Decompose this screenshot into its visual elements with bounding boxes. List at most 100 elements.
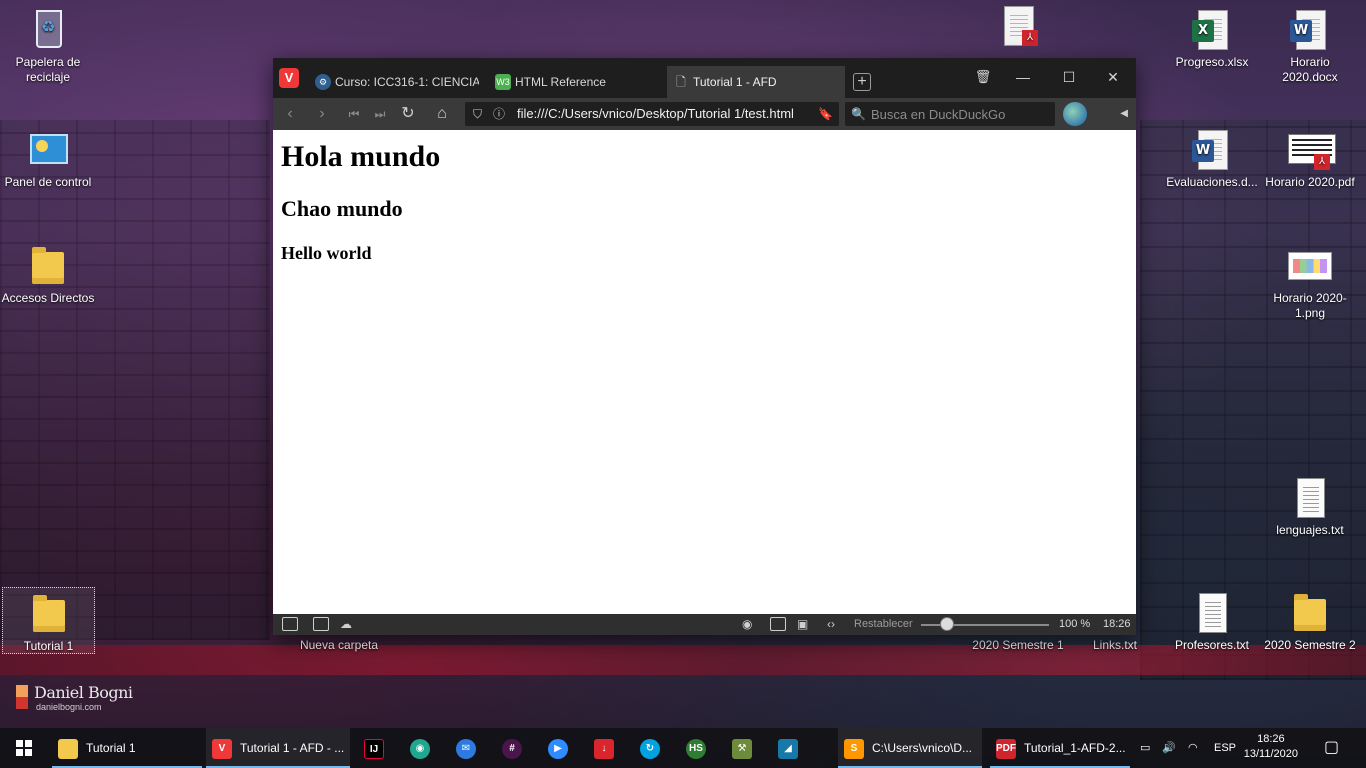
taskbar-wireshark[interactable]: ◢ — [772, 728, 808, 768]
home-icon[interactable]: ⌂ — [431, 104, 453, 124]
signature-name: Daniel Bogni — [34, 683, 133, 702]
wifi-icon[interactable]: ◠ — [1188, 728, 1198, 768]
zoom-slider-handle[interactable] — [939, 617, 954, 631]
desktop-icon-label: Tutorial 1 — [23, 639, 74, 653]
taskbar-downloader[interactable]: ↓ — [588, 728, 624, 768]
desktop-icon-pdf-document[interactable]: ⅄ — [970, 4, 1066, 51]
desktop-icon-profesores-txt[interactable]: Profesores.txt — [1164, 591, 1260, 653]
tab-html-reference[interactable]: W3 HTML Reference — [489, 66, 659, 98]
taskbar-zoom[interactable]: ▶ — [542, 728, 578, 768]
reload-icon[interactable]: ↻ — [397, 104, 419, 124]
taskbar-item-tutorial-folder[interactable]: Tutorial 1 — [52, 728, 202, 768]
desktop-icon-progreso-xlsx[interactable]: X Progreso.xlsx — [1164, 8, 1260, 70]
taskbar: Tutorial 1 V Tutorial 1 - AFD - ... IJ ◉ … — [0, 728, 1366, 768]
vivaldi-menu-icon[interactable]: V — [279, 68, 299, 88]
desktop-icon-horario-docx[interactable]: W Horario 2020.docx — [1262, 8, 1358, 85]
sync-icon: ↻ — [640, 738, 660, 759]
tab-tutorial-afd[interactable]: 🗋 Tutorial 1 - AFD — [667, 66, 845, 98]
desktop-icon-lenguajes-txt[interactable]: lenguajes.txt — [1262, 476, 1358, 538]
desktop-icon-semestre-2[interactable]: 2020 Semestre 2 — [1262, 591, 1358, 653]
tab-tiling-icon[interactable] — [313, 617, 329, 631]
folder-icon — [58, 738, 78, 759]
minimize-button[interactable]: — — [1003, 66, 1043, 88]
bookmark-icon[interactable]: 🔖 — [818, 102, 833, 126]
status-clock: 18:26 — [1103, 618, 1131, 630]
panel-toggle-icon[interactable]: ◀ — [1120, 104, 1128, 124]
desktop-icon-label: 2020 Semestre 2 — [1264, 638, 1356, 652]
status-bar: ☁ ◉ ▣ ‹› Restablecer 100 % 18:26 — [273, 614, 1136, 635]
taskbar-gitkraken[interactable]: ◉ — [404, 728, 440, 768]
excel-file-icon: X — [1190, 8, 1234, 52]
new-tab-button[interactable]: + — [853, 73, 871, 91]
back-icon[interactable]: ‹ — [279, 104, 301, 124]
control-panel-icon — [26, 128, 70, 172]
code-icon[interactable]: ‹› — [827, 614, 835, 635]
wallpaper-signature: Daniel Bogni danielbogni.com — [16, 683, 133, 712]
taskbar-intellij[interactable]: IJ — [358, 728, 394, 768]
fast-forward-icon[interactable]: ⏭ — [369, 104, 391, 124]
info-icon[interactable]: ⓘ — [493, 102, 505, 126]
desktop-icon-label: Evaluaciones.d... — [1166, 175, 1258, 189]
image-icon[interactable]: ▣ — [797, 614, 808, 635]
vivaldi-icon: V — [212, 738, 232, 759]
panel-icon[interactable] — [282, 617, 298, 631]
pdf-file-icon: ⅄ — [1288, 128, 1336, 172]
notifications-icon[interactable]: ▢ — [1324, 728, 1339, 768]
taskbar-tool[interactable]: ⚒ — [726, 728, 762, 768]
screenshot-icon[interactable]: ◉ — [742, 614, 752, 635]
desktop-icon-tutorial-1[interactable]: Tutorial 1 — [2, 587, 95, 654]
page-content: Hola mundo Chao mundo Hello world — [273, 130, 1136, 614]
clock-date: 13/11/2020 — [1243, 748, 1298, 760]
address-bar: ‹ › ⏮ ⏭ ↻ ⌂ ⛉ ⓘ file:///C:/Users/vnico/D… — [273, 98, 1136, 130]
desktop-icon-recycle-bin[interactable]: Papelera de reciclaje — [0, 8, 96, 85]
desktop-icon-evaluaciones[interactable]: W Evaluaciones.d... — [1164, 128, 1260, 190]
taskbar-item-pdf[interactable]: PDF Tutorial_1-AFD-2... — [990, 728, 1130, 768]
desktop-icon-label: Papelera de reciclaje — [15, 55, 81, 84]
taskbar-clock[interactable]: 18:26 13/11/2020 — [1244, 732, 1298, 762]
forward-icon[interactable]: › — [311, 104, 333, 124]
sync-cloud-icon[interactable]: ☁ — [340, 614, 352, 635]
image-file-icon — [1288, 244, 1332, 288]
taskbar-item-label: Tutorial 1 - AFD - ... — [240, 741, 345, 755]
signature-site: danielbogni.com — [36, 702, 102, 712]
desktop-icon-control-panel[interactable]: Panel de control — [0, 128, 96, 190]
close-button[interactable]: ✕ — [1093, 66, 1133, 88]
taskbar-item-label: Tutorial_1-AFD-2... — [1024, 741, 1126, 755]
volume-icon[interactable]: 🔊 — [1162, 728, 1176, 768]
taskbar-hotspot[interactable]: HS — [680, 728, 716, 768]
search-field[interactable]: 🔍 — [845, 102, 1055, 126]
shield-icon[interactable]: ⛉ — [473, 102, 482, 126]
start-button[interactable] — [0, 728, 46, 768]
desktop-icon-accesos-directos[interactable]: Accesos Directos — [0, 244, 96, 306]
desktop-icon-horario-pdf[interactable]: ⅄ Horario 2020.pdf — [1262, 128, 1358, 190]
zoom-reset-button[interactable]: Restablecer — [854, 614, 913, 635]
desktop-icon-horario-png[interactable]: Horario 2020-1.png — [1262, 244, 1358, 321]
profile-avatar[interactable] — [1063, 102, 1087, 126]
tab-course[interactable]: ⚙ Curso: ICC316-1: CIENCIAS — [309, 66, 479, 98]
word-file-icon: W — [1288, 8, 1332, 52]
desktop-icon-semestre-1[interactable]: 2020 Semestre 1 — [970, 638, 1066, 653]
desktop-icon-links-txt[interactable]: Links.txt — [1067, 638, 1163, 653]
heading-3: Hello world — [281, 243, 372, 263]
desktop-icon-label: Horario 2020.docx — [1282, 55, 1338, 84]
rewind-icon[interactable]: ⏮ — [343, 104, 365, 124]
battery-icon[interactable]: ▭ — [1140, 728, 1150, 768]
desktop-icon-label: Profesores.txt — [1174, 638, 1250, 652]
taskbar-sync[interactable]: ↻ — [634, 728, 670, 768]
folder-icon — [1288, 591, 1332, 635]
taskbar-mail[interactable]: ✉ — [450, 728, 486, 768]
desktop-icon-label: 2020 Semestre 1 — [972, 638, 1064, 652]
hotspot-shield-icon: HS — [686, 738, 706, 759]
maximize-button[interactable]: ☐ — [1049, 66, 1089, 88]
taskbar-item-sublime[interactable]: S C:\Users\vnico\D... — [838, 728, 982, 768]
language-indicator[interactable]: ESP — [1214, 728, 1236, 768]
url-field[interactable]: ⛉ ⓘ file:///C:/Users/vnico/Desktop/Tutor… — [465, 102, 839, 126]
w3-icon: W3 — [495, 74, 511, 90]
tab-bar: V ⚙ Curso: ICC316-1: CIENCIAS W3 HTML Re… — [273, 58, 1136, 98]
search-input[interactable] — [871, 104, 1046, 124]
taskbar-slack[interactable]: # — [496, 728, 532, 768]
taskbar-item-vivaldi[interactable]: V Tutorial 1 - AFD - ... — [206, 728, 350, 768]
trash-icon[interactable]: 🗑 — [963, 66, 1003, 88]
zoom-app-icon: ▶ — [548, 738, 568, 759]
window-icon[interactable] — [770, 617, 786, 631]
